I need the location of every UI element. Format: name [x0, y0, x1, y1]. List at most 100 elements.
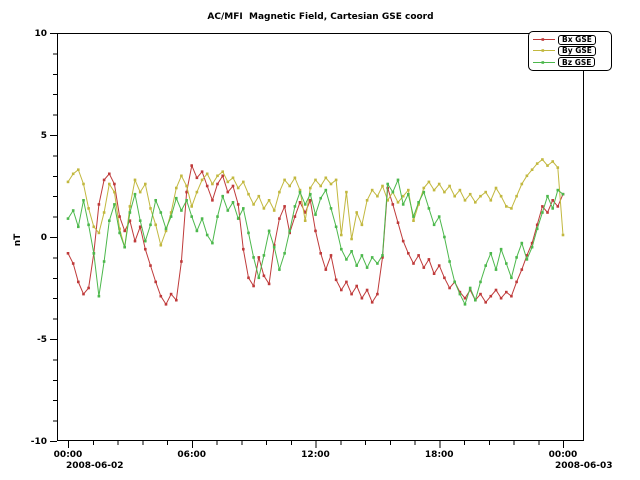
- data-marker: [294, 177, 297, 180]
- data-marker: [459, 293, 462, 296]
- data-marker: [149, 264, 152, 267]
- data-marker: [366, 266, 369, 269]
- data-marker: [433, 224, 436, 227]
- data-marker: [216, 215, 219, 218]
- data-marker: [258, 277, 261, 280]
- data-marker: [82, 199, 85, 202]
- data-marker: [252, 203, 255, 206]
- data-marker: [366, 199, 369, 202]
- data-marker: [144, 248, 147, 251]
- data-marker: [479, 281, 482, 284]
- data-marker: [484, 191, 487, 194]
- data-marker: [536, 228, 539, 231]
- data-marker: [479, 293, 482, 296]
- data-marker: [221, 175, 224, 178]
- data-marker: [557, 189, 560, 192]
- magnetic-field-chart: -10-5051000:002008-06-0206:0012:0018:000…: [0, 0, 640, 480]
- data-marker: [201, 170, 204, 173]
- data-marker: [77, 281, 80, 284]
- data-marker: [242, 207, 245, 210]
- data-marker: [67, 181, 70, 184]
- data-marker: [237, 217, 240, 220]
- data-marker: [113, 203, 116, 206]
- data-marker: [417, 201, 420, 204]
- data-marker: [490, 252, 493, 255]
- data-marker: [325, 177, 328, 180]
- legend-sample-bz-icon: [532, 58, 556, 67]
- data-marker: [386, 183, 389, 186]
- data-marker: [453, 281, 456, 284]
- data-marker: [340, 234, 343, 237]
- x-date-label: 2008-06-02: [66, 461, 124, 471]
- y-tick-label: 5: [41, 131, 47, 141]
- tick-labels: -10-5051000:002008-06-0206:0012:0018:000…: [31, 29, 613, 471]
- data-marker: [154, 281, 157, 284]
- data-marker: [428, 181, 431, 184]
- data-marker: [541, 211, 544, 214]
- data-marker: [294, 205, 297, 208]
- data-marker: [108, 183, 111, 186]
- data-marker: [325, 189, 328, 192]
- data-marker: [355, 264, 358, 267]
- data-marker: [190, 205, 193, 208]
- data-marker: [134, 179, 137, 182]
- data-marker: [232, 185, 235, 188]
- data-marker: [355, 211, 358, 214]
- data-marker: [309, 187, 312, 190]
- data-marker: [175, 299, 178, 302]
- data-marker: [521, 183, 524, 186]
- data-marker: [87, 287, 90, 290]
- data-marker: [278, 217, 281, 220]
- data-marker: [108, 173, 111, 176]
- data-marker: [474, 299, 477, 302]
- data-marker: [144, 183, 147, 186]
- data-marker: [423, 191, 426, 194]
- data-marker: [211, 199, 214, 202]
- data-marker: [309, 193, 312, 196]
- data-marker: [345, 281, 348, 284]
- data-marker: [139, 219, 142, 222]
- data-marker: [283, 179, 286, 182]
- data-marker: [247, 277, 250, 280]
- data-marker: [268, 230, 271, 233]
- legend-item-by: By GSE: [532, 46, 608, 56]
- data-marker: [103, 211, 106, 214]
- data-marker: [402, 203, 405, 206]
- plot-window: AC/MFI Magnetic Field, Cartesian GSE coo…: [0, 0, 640, 480]
- data-marker: [495, 268, 498, 271]
- data-marker: [263, 254, 266, 257]
- legend-label-by: By GSE: [558, 46, 596, 56]
- data-marker: [278, 268, 281, 271]
- data-marker: [304, 219, 307, 222]
- data-marker: [330, 254, 333, 257]
- data-marker: [443, 191, 446, 194]
- data-marker: [500, 248, 503, 251]
- data-marker: [160, 244, 163, 247]
- data-marker: [448, 260, 451, 263]
- series-line-bx-gse: [68, 166, 563, 305]
- data-marker: [304, 203, 307, 206]
- data-marker: [361, 297, 364, 300]
- x-tick-label: 18:00: [425, 450, 454, 460]
- data-marker: [541, 158, 544, 161]
- series-bx-gse: [67, 164, 565, 305]
- data-marker: [350, 238, 353, 241]
- data-marker: [361, 224, 364, 227]
- data-marker: [325, 268, 328, 271]
- data-marker: [77, 168, 80, 171]
- data-marker: [283, 252, 286, 255]
- data-marker: [237, 187, 240, 190]
- data-marker: [335, 179, 338, 182]
- x-date-label: 2008-06-03: [555, 461, 613, 471]
- data-marker: [392, 203, 395, 206]
- data-marker: [371, 256, 374, 259]
- data-marker: [448, 185, 451, 188]
- data-marker: [196, 230, 199, 233]
- data-marker: [479, 195, 482, 198]
- data-marker: [93, 252, 96, 255]
- data-marker: [113, 191, 116, 194]
- data-marker: [495, 289, 498, 292]
- data-marker: [546, 195, 549, 198]
- data-marker: [273, 209, 276, 212]
- data-marker: [216, 175, 219, 178]
